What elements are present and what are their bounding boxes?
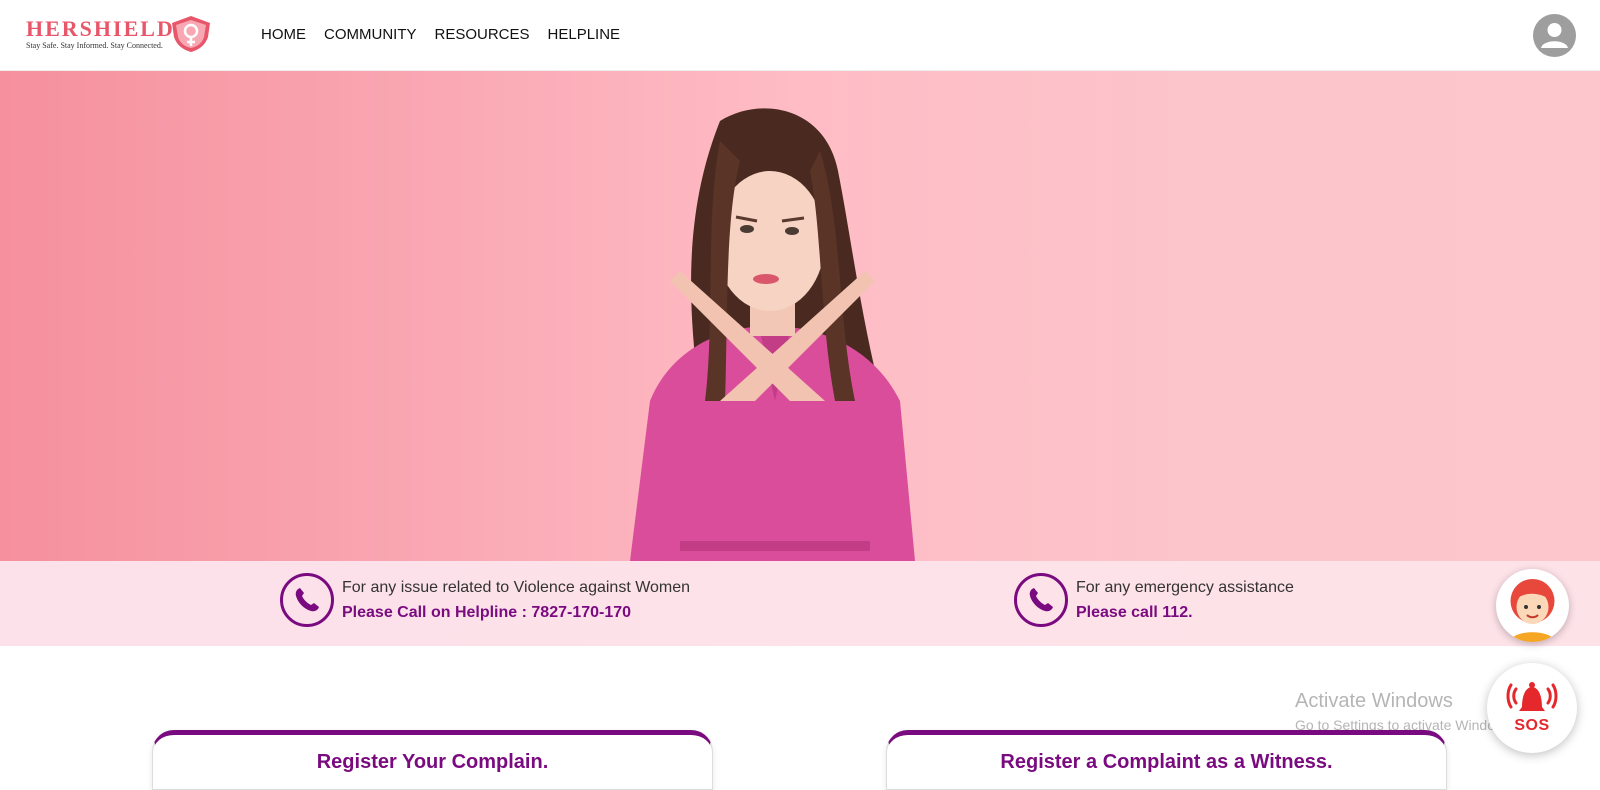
nav-home[interactable]: HOME (261, 26, 306, 43)
helpline-women-text: For any issue related to Violence agains… (342, 579, 691, 596)
helpline-strip: For any issue related to Violence agains… (0, 561, 1600, 646)
helpline-emergency-number[interactable]: Please call 112. (1076, 600, 1294, 625)
chatbot-button[interactable] (1496, 569, 1569, 642)
phone-icon (280, 573, 334, 627)
helpline-women-number[interactable]: Please Call on Helpline : 7827-170-170 (342, 600, 690, 625)
main-nav: HOME COMMUNITY RESOURCES HELPLINE (261, 26, 638, 43)
helpline-emergency-text: For any emergency assistance (1076, 579, 1294, 596)
hero-woman-image (630, 108, 915, 561)
activate-windows-watermark: Activate Windows Go to Settings to activ… (1295, 690, 1516, 733)
brand-tagline: Stay Safe. Stay Informed. Stay Connected… (26, 41, 163, 50)
witness-complaint-title: Register a Complaint as a Witness. (1000, 751, 1333, 773)
phone-icon (1014, 573, 1068, 627)
nav-resources[interactable]: RESOURCES (435, 26, 530, 43)
brand-name: HERSHIELD (26, 16, 175, 41)
watermark-title: Activate Windows (1295, 690, 1453, 712)
girl-avatar-icon (1510, 579, 1555, 642)
witness-complaint-card[interactable]: Register a Complaint as a Witness. (886, 730, 1447, 790)
register-complaint-title: Register Your Complain. (316, 751, 549, 773)
helpline-emergency: For any emergency assistance Please call… (1014, 573, 1294, 627)
site-header: HERSHIELD Stay Safe. Stay Informed. Stay… (0, 0, 1600, 71)
sos-label: SOS (1514, 717, 1550, 734)
nav-community[interactable]: COMMUNITY (324, 26, 417, 43)
helpline-women: For any issue related to Violence agains… (280, 573, 690, 627)
sos-button[interactable]: SOS (1487, 663, 1577, 753)
brand-logo[interactable]: HERSHIELD Stay Safe. Stay Informed. Stay… (26, 14, 216, 54)
user-avatar-icon[interactable] (1533, 14, 1576, 57)
shield-icon (172, 16, 210, 52)
nav-helpline[interactable]: HELPLINE (548, 26, 621, 43)
alarm-bell-icon (1506, 682, 1558, 711)
hero-banner (0, 71, 1600, 561)
register-complaint-card[interactable]: Register Your Complain. (152, 730, 713, 790)
